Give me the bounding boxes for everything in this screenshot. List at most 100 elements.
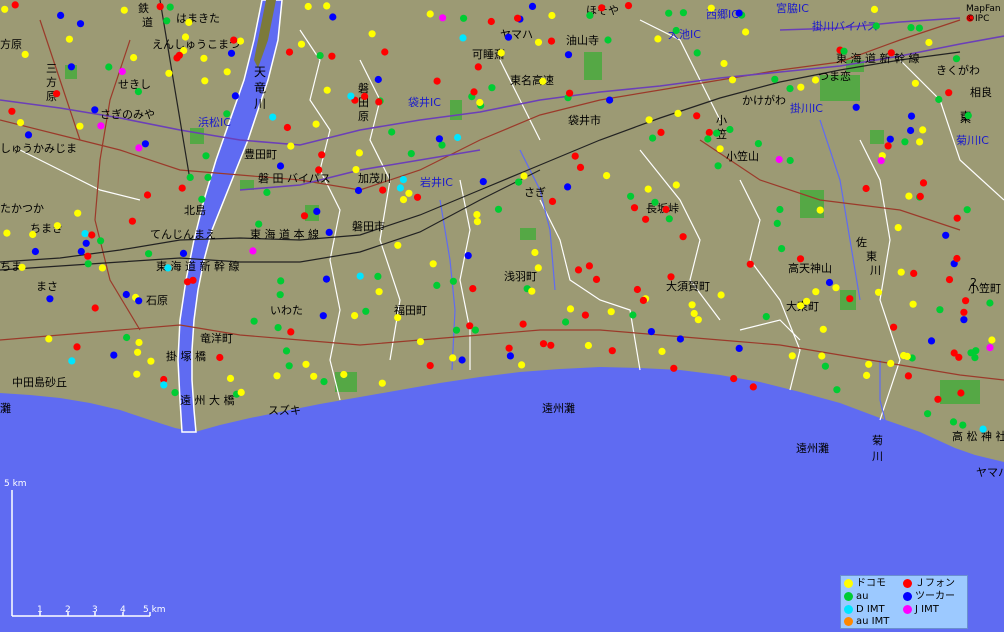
coverage-dot (310, 372, 318, 380)
coverage-dot (694, 316, 702, 324)
map-label: さぎ (524, 185, 546, 199)
coverage-dot (53, 90, 61, 98)
ic-label: 袋井IC (408, 95, 441, 109)
coverage-dot (185, 18, 193, 26)
map-label: スズキ (268, 403, 301, 417)
scale-tick: 1 (37, 605, 43, 615)
coverage-dot (506, 352, 514, 360)
coverage-dot (548, 197, 557, 205)
map-label: きくがわ (936, 63, 980, 77)
coverage-dot (585, 262, 594, 270)
coverage-dot (97, 122, 105, 130)
coverage-dot (916, 138, 924, 146)
coverage-dot (84, 260, 92, 268)
coverage-dot (519, 320, 527, 328)
coverage-dot (374, 75, 382, 84)
coverage-dot (642, 215, 650, 223)
map-view[interactable]: 鉄 道 はまきた えんしゅうこまつ 三 方 原 方原 せきし さぎのみや しゅう… (0, 0, 1004, 632)
coverage-dot (355, 149, 363, 157)
map-label: はまきた (176, 12, 220, 25)
map-label: さぎのみや (100, 107, 155, 121)
coverage-dot (226, 374, 235, 382)
coverage-dot (539, 77, 547, 85)
coverage-dot (714, 162, 722, 170)
coverage-dot (586, 11, 594, 19)
coverage-dot (654, 35, 662, 43)
coverage-dot (123, 333, 131, 342)
coverage-dot (910, 269, 918, 277)
coverage-dot (672, 26, 680, 35)
coverage-dot (141, 140, 149, 148)
coverage-dot (439, 14, 447, 22)
coverage-dot (911, 79, 920, 87)
coverage-dot (201, 77, 209, 85)
coverage-dot (319, 312, 327, 320)
coverage-dot (378, 379, 386, 387)
coverage-dot (399, 196, 408, 204)
coverage-dot (870, 5, 879, 13)
coverage-dot (887, 359, 895, 367)
coverage-dot (840, 47, 848, 55)
coverage-dot (927, 337, 936, 345)
coverage-dot (762, 313, 770, 321)
coverage-dot (658, 347, 666, 355)
coverage-dot (277, 277, 285, 285)
coverage-dot (726, 125, 734, 134)
coverage-dot (919, 179, 928, 187)
coverage-dot (904, 372, 913, 380)
coverage-dot (433, 281, 441, 289)
coverage-dot (884, 142, 892, 150)
coverage-dot (407, 150, 415, 158)
coverage-dot (362, 307, 370, 315)
map-label: 道 (142, 15, 153, 29)
coverage-dot (959, 421, 967, 429)
legend-item-j-imt: J IMT (903, 603, 939, 616)
coverage-dot (304, 2, 312, 11)
coverage-dot (429, 260, 437, 268)
coverage-dot (449, 277, 457, 285)
coverage-dot (479, 178, 487, 186)
legend-dot (844, 604, 853, 614)
coverage-dot (907, 112, 916, 120)
coverage-dot (88, 231, 96, 239)
map-label: 加茂川 (358, 171, 391, 185)
map-label: 2 (970, 276, 977, 289)
coverage-dot (57, 11, 65, 19)
legend-label: ツーカー (915, 591, 955, 602)
coverage-dot (135, 144, 143, 152)
coverage-dot (84, 252, 92, 260)
coverage-dot (189, 276, 197, 284)
coverage-dot (627, 192, 635, 200)
coverage-dot (488, 84, 496, 92)
map-label: 川 (872, 450, 883, 463)
coverage-dot (797, 83, 805, 91)
coverage-dot (979, 425, 987, 433)
coverage-dot (135, 297, 143, 305)
coverage-dot (438, 141, 446, 149)
coverage-dot (166, 3, 174, 11)
scale-unit: 5 km (4, 479, 27, 489)
map-canvas[interactable]: 鉄 道 はまきた えんしゅうこまつ 三 方 原 方原 せきし さぎのみや しゅう… (0, 0, 1004, 632)
map-label: 佐 (856, 235, 867, 249)
coverage-dot (945, 276, 954, 284)
coverage-dot (97, 237, 105, 245)
coverage-dot (657, 128, 665, 136)
coverage-dot (91, 106, 99, 114)
coverage-dot (907, 126, 915, 135)
coverage-dot (45, 335, 53, 343)
coverage-dot (329, 13, 337, 21)
coverage-dot (644, 185, 652, 193)
map-label: 原 (358, 110, 369, 123)
legend-dot (844, 591, 853, 601)
coverage-dot (459, 34, 467, 42)
coverage-dot (945, 89, 953, 97)
coverage-dot (82, 239, 90, 247)
coverage-dot (986, 344, 994, 352)
map-label: 高 松 神 社 (952, 429, 1004, 443)
coverage-dot (662, 205, 670, 214)
coverage-dot (728, 76, 737, 84)
coverage-dot (302, 360, 310, 368)
map-label: 浅羽町 (504, 270, 537, 283)
coverage-dot (21, 50, 29, 59)
coverage-dot (693, 49, 701, 57)
